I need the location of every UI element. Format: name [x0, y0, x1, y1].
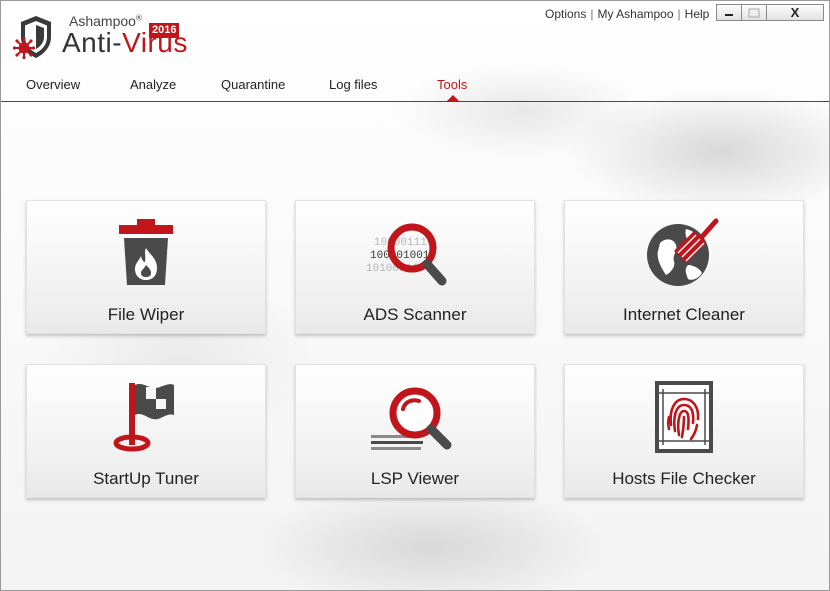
minimize-icon: [725, 13, 733, 16]
tool-label: LSP Viewer: [370, 469, 460, 488]
link-separator: |: [677, 7, 681, 21]
tool-file-wiper[interactable]: File Wiper: [26, 200, 266, 334]
flag-icon: [113, 383, 174, 452]
tab-log-files[interactable]: Log files: [329, 77, 377, 92]
tab-tools[interactable]: Tools: [437, 77, 467, 92]
close-button[interactable]: X: [767, 4, 824, 21]
fingerprint-icon: [655, 381, 713, 453]
my-ashampoo-link[interactable]: My Ashampoo: [597, 7, 673, 21]
year-badge: 2016: [149, 23, 180, 38]
tool-label: Internet Cleaner: [623, 305, 745, 324]
binary-line: 100001001: [370, 250, 430, 262]
tool-label: Hosts File Checker: [612, 469, 756, 488]
tool-internet-cleaner[interactable]: Internet Cleaner: [564, 200, 804, 334]
tool-label: File Wiper: [107, 305, 185, 324]
maximize-icon: [748, 8, 760, 17]
binary-line: 100001110: [374, 237, 433, 249]
binary-magnifier-icon: 100001110 100001001 101001110: [366, 223, 447, 286]
tool-lsp-viewer[interactable]: LSP Viewer: [295, 364, 535, 498]
tool-label: StartUp Tuner: [93, 469, 199, 488]
tab-divider: [1, 101, 829, 102]
help-link[interactable]: Help: [685, 7, 710, 21]
trash-fire-icon: [119, 219, 173, 285]
main-tabs: Overview Analyze Quarantine Log files To…: [1, 77, 829, 102]
virus-icon: [13, 37, 35, 59]
tab-analyze[interactable]: Analyze: [130, 77, 176, 92]
globe-broom-icon: [647, 218, 719, 286]
tab-overview[interactable]: Overview: [26, 77, 80, 92]
link-separator: |: [590, 7, 594, 21]
top-links: Options | My Ashampoo | Help: [545, 7, 709, 21]
tool-ads-scanner[interactable]: 100001110 100001001 101001110 ADS Scanne…: [295, 200, 535, 334]
tool-startup-tuner[interactable]: StartUp Tuner: [26, 364, 266, 498]
maximize-button[interactable]: [742, 4, 767, 21]
tool-label: ADS Scanner: [363, 305, 467, 324]
magnifier-lines-icon: [371, 387, 452, 450]
options-link[interactable]: Options: [545, 7, 586, 21]
tool-hosts-file-checker[interactable]: Hosts File Checker: [564, 364, 804, 498]
app-window: Ashampoo® Anti-Virus 2016 Options | My Ash…: [0, 0, 830, 591]
tab-quarantine[interactable]: Quarantine: [221, 77, 285, 92]
window-controls: X: [716, 4, 824, 22]
app-logo: Ashampoo® Anti-Virus 2016: [9, 11, 189, 63]
minimize-button[interactable]: [716, 4, 742, 21]
